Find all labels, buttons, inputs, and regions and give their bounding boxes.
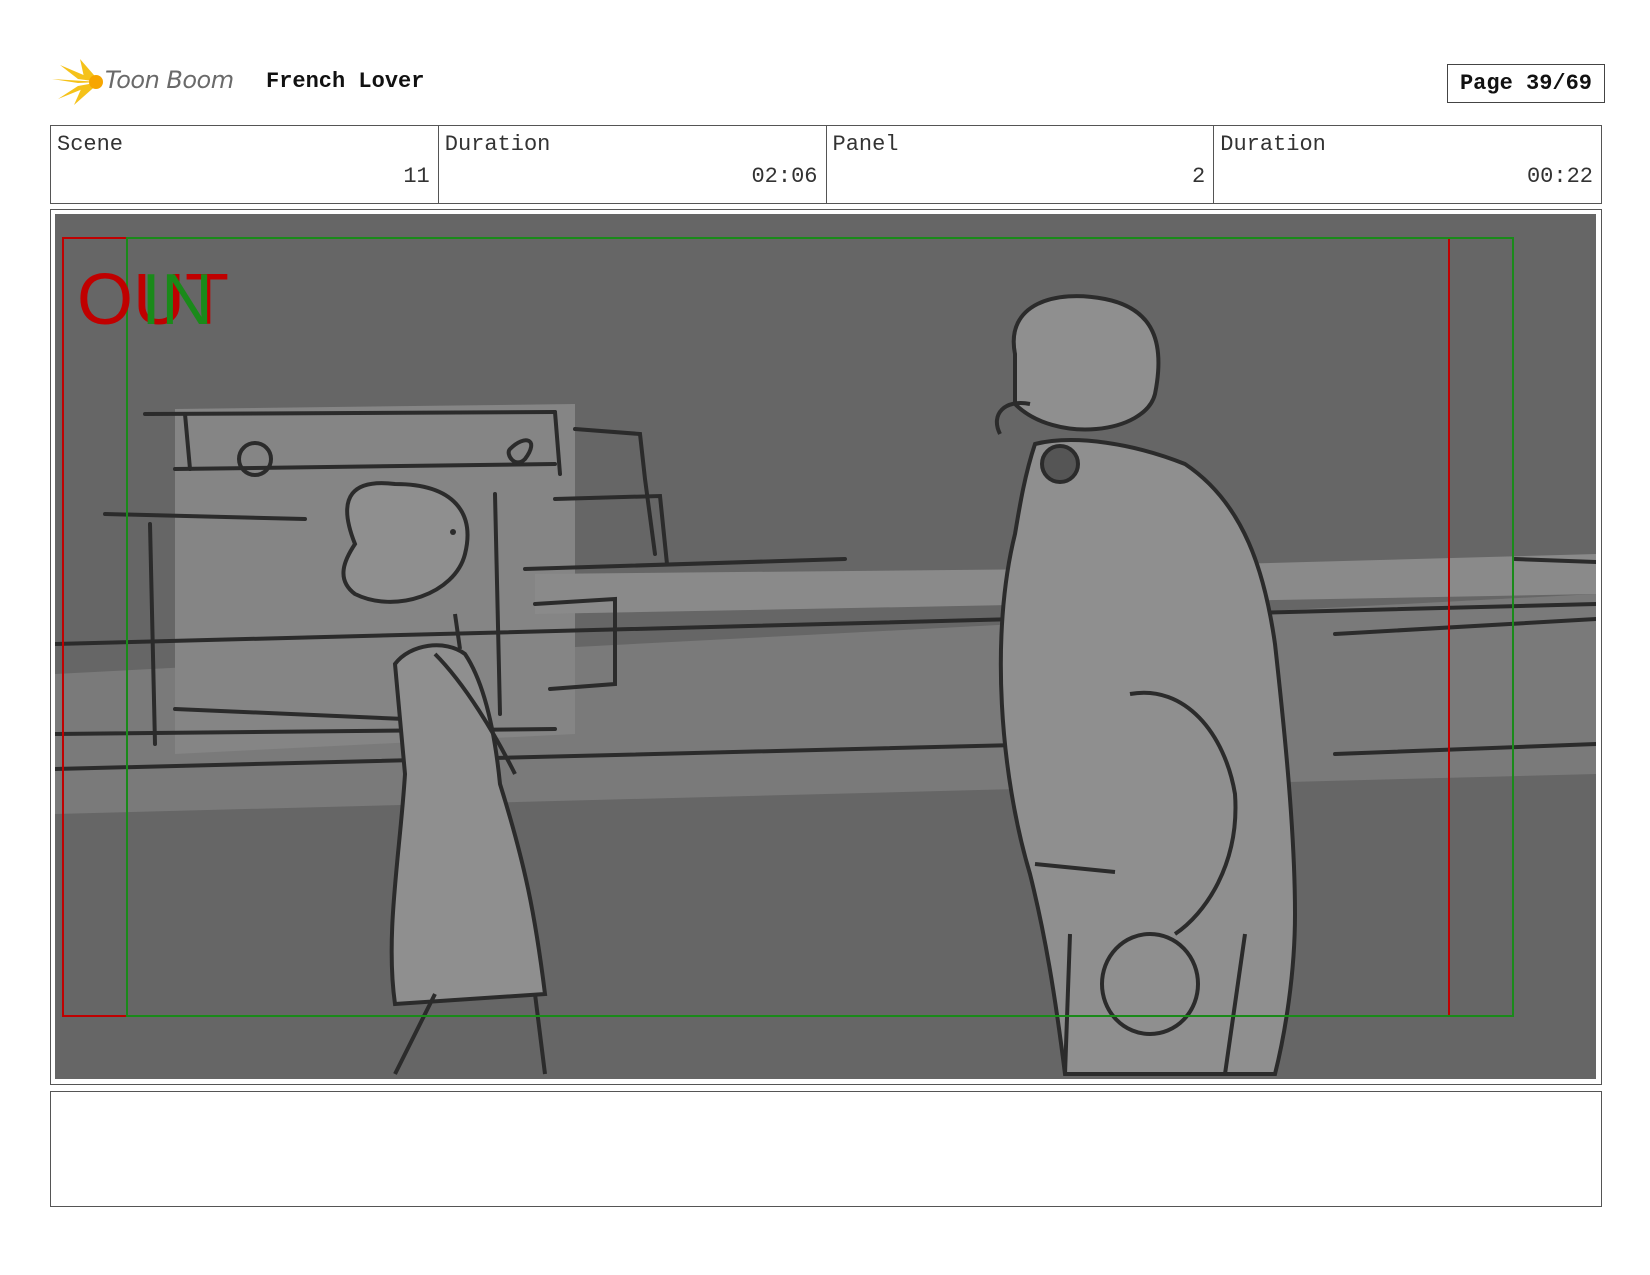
storyboard-panel: OUT IN	[50, 209, 1602, 1085]
scene-info-table: Scene 11 Duration 02:06 Panel 2 Duration…	[50, 125, 1602, 204]
scene-value: 11	[403, 164, 430, 189]
panel-notes	[50, 1091, 1602, 1207]
scene-duration-value: 02:06	[751, 164, 818, 189]
starburst-icon	[52, 59, 103, 105]
panel-duration-label: Duration	[1220, 132, 1326, 157]
panel-image: OUT IN	[55, 214, 1596, 1079]
logo-text: Toon Boom	[105, 66, 234, 94]
man-figure	[994, 294, 1298, 1076]
panel-duration-value: 00:22	[1526, 164, 1593, 189]
panel-label: Panel	[832, 132, 899, 157]
project-title: French Lover	[266, 69, 425, 94]
scene-duration-label: Duration	[444, 132, 551, 157]
in-label: IN	[141, 260, 213, 340]
panel-sketch: OUT IN	[55, 237, 1596, 1076]
panel-duration-cell: Duration 00:22	[1214, 126, 1601, 203]
scene-label: Scene	[57, 132, 124, 157]
panel-value: 2	[1192, 164, 1206, 189]
page-header: Toon Boom French Lover Page 39/69	[50, 55, 1610, 110]
toon-boom-logo: Toon Boom	[50, 57, 250, 107]
scene-cell: Scene 11	[51, 126, 439, 203]
scene-duration-cell: Duration 02:06	[439, 126, 827, 203]
page-number: Page 39/69	[1447, 64, 1605, 103]
panel-cell: Panel 2	[827, 126, 1215, 203]
